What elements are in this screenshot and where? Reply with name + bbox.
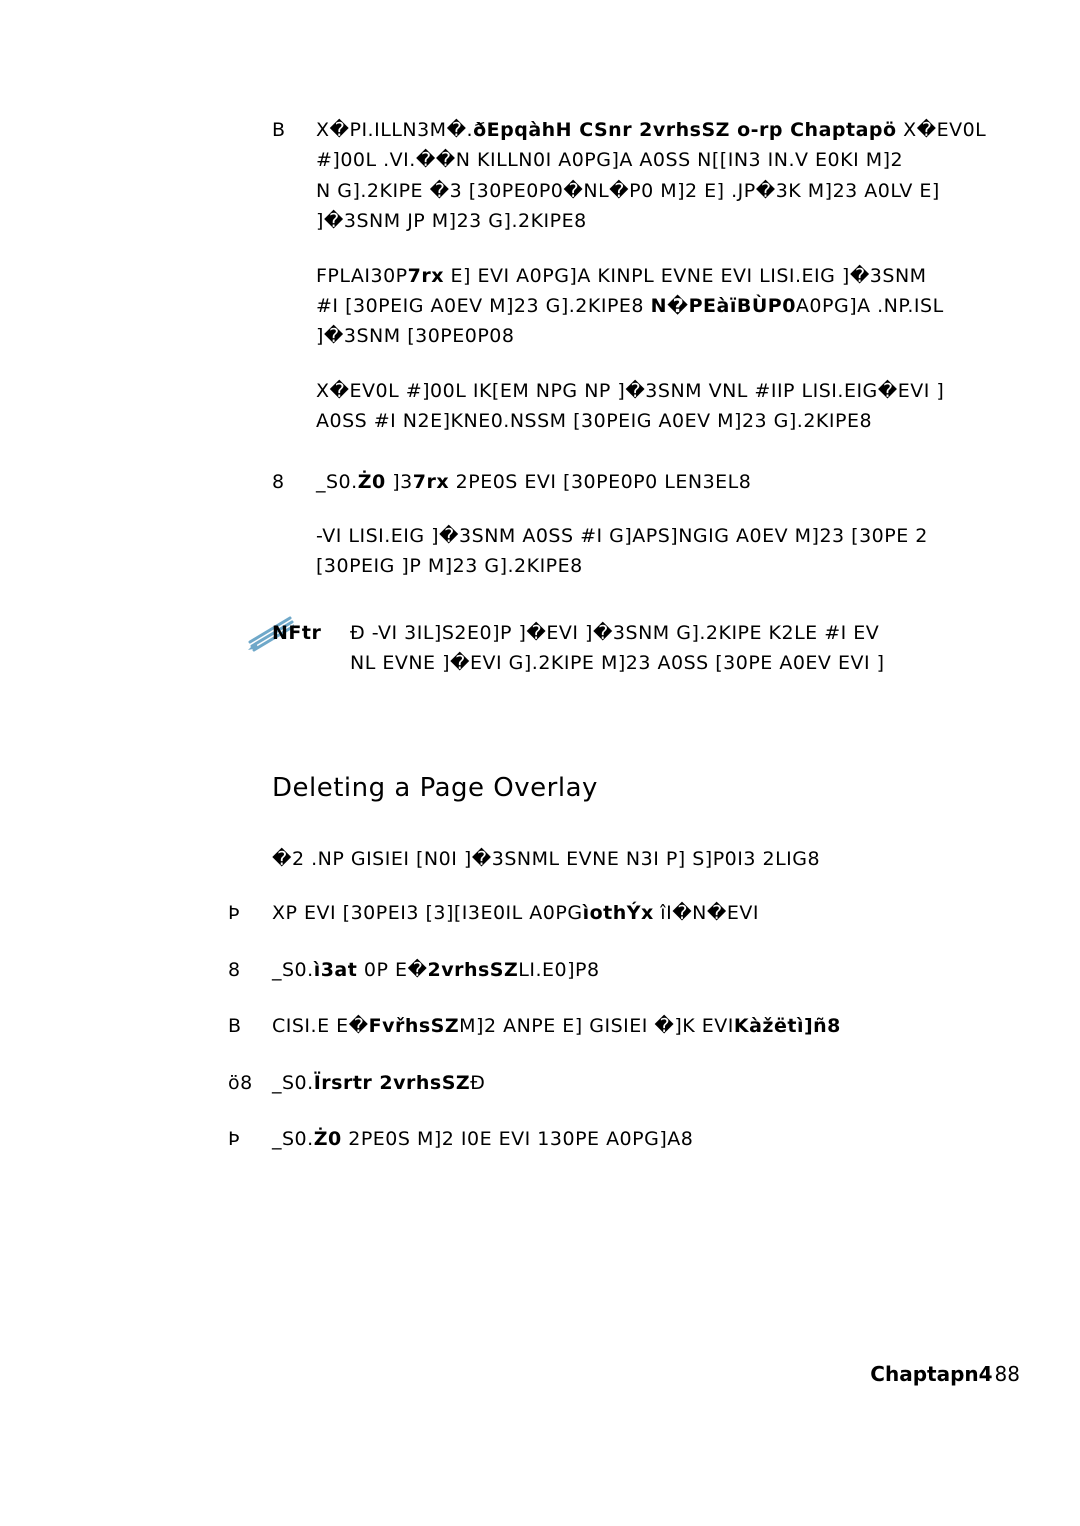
paragraph: X�EV0L #]00L IK[EM NPG NP ]�3SNM VNL #II… — [316, 376, 1080, 437]
bold-text: Ż0 — [314, 1128, 342, 1150]
step-5: Þ _S0.Ż0 2PE0S M]2 I0E EVI 130PE A0PG]A8 — [228, 1124, 1080, 1154]
text: îI�N�EVI — [654, 902, 759, 924]
text: NL EVNE ]�EVI G].2KIPE M]23 A0SS [30PE A… — [350, 652, 885, 674]
page-root: B X�PI.ILLN3M�.ðEpqàhH CSnr 2vrhsSZ o-rp… — [0, 0, 1080, 1526]
text: Ð -VI 3IL]S2E0]P ]�EVI ]�3SNM G].2KIPE K… — [350, 622, 879, 644]
bold-text: FvřhsSZ — [369, 1015, 460, 1037]
upper-list: B X�PI.ILLN3M�.ðEpqàhH CSnr 2vrhsSZ o-rp… — [272, 115, 1080, 582]
bold-text: ì3at — [314, 959, 358, 981]
text: ]�3SNM JP M]23 G].2KIPE8 — [316, 210, 587, 232]
text: FPLAI30P — [316, 265, 408, 287]
paragraph: FPLAI30P7rx E] EVI A0PG]A KINPL EVNE EVI… — [316, 261, 1080, 352]
bold-text: Kàžëtì]ñ8 — [734, 1015, 841, 1037]
bold-text: ìothÝx — [583, 902, 654, 924]
intro-paragraph: �2 .NP GISIEI [N0I ]�3SNML EVNE N3I P] S… — [272, 844, 1080, 874]
step-2: 8 _S0.ì3at 0P E�2vrhsSZLI.E0]P8 — [228, 955, 1080, 985]
text: #]00L .VI.��N KILLN0I A0PG]A A0SS N[[IN3… — [316, 149, 903, 171]
text: E] EVI A0PG]A KINPL EVNE EVI LISI.EIG ]�… — [444, 265, 927, 287]
list-item-3: B X�PI.ILLN3M�.ðEpqàhH CSnr 2vrhsSZ o-rp… — [272, 115, 1080, 437]
step-number: B — [228, 1011, 242, 1041]
footer-chapter-num: 4 — [979, 1362, 993, 1386]
text: _S0. — [316, 471, 358, 493]
text: 2PE0S M]2 I0E EVI 130PE A0PG]A8 — [342, 1128, 694, 1150]
bold-text: Ż0 — [358, 471, 386, 493]
text: XP EVI [30PEI3 [3][I3E0IL A0PG — [272, 902, 583, 924]
text: CISI.E E� — [272, 1015, 369, 1037]
paragraph: _S0.Ż0 ]37rx 2PE0S EVI [30PE0P0 LEN3EL8 — [316, 467, 1080, 497]
step-3: B CISI.E E�FvřhsSZM]2 ANPE E] GISIEI �]K… — [228, 1011, 1080, 1041]
footer-chapter: Chaptapn — [870, 1362, 978, 1386]
paragraph: -VI LISI.EIG ]�3SNM A0SS #I G]APS]NGIG A… — [316, 521, 1080, 582]
bold-text: Ïrsrtr 2vrhsSZ — [314, 1072, 470, 1094]
list-number: B — [272, 115, 286, 145]
text: _S0. — [272, 959, 314, 981]
text: A0SS #I N2E]KNE0.NSSM [30PEIG A0EV M]23 … — [316, 410, 872, 432]
note-label: NFtr — [272, 618, 321, 648]
text: ]�3SNM [30PE0P08 — [316, 325, 514, 347]
text: _S0. — [272, 1072, 314, 1094]
bold-text: N�PEàïBÙP0 — [651, 295, 796, 317]
step-4: ö8 _S0.Ïrsrtr 2vrhsSZÐ — [228, 1068, 1080, 1098]
step-number: ö8 — [228, 1068, 253, 1098]
list-item-4: 8 _S0.Ż0 ]37rx 2PE0S EVI [30PE0P0 LEN3EL… — [272, 467, 1080, 582]
bold-text: ðEpqàhH CSnr 2vrhsSZ o-rp Chaptapö — [473, 119, 896, 141]
note-text: Ð -VI 3IL]S2E0]P ]�EVI ]�3SNM G].2KIPE K… — [350, 622, 885, 674]
list-number: 8 — [272, 467, 285, 497]
page-footer: Chaptapn488 — [870, 1362, 1020, 1386]
footer-page-number: 88 — [995, 1362, 1020, 1386]
note-block: NFtr Ð -VI 3IL]S2E0]P ]�EVI ]�3SNM G].2K… — [272, 618, 1080, 679]
body-content: B X�PI.ILLN3M�.ðEpqàhH CSnr 2vrhsSZ o-rp… — [272, 115, 1080, 1154]
text: M]2 ANPE E] GISIEI �]K EVI — [459, 1015, 734, 1037]
text: X�EV0L #]00L IK[EM NPG NP ]�3SNM VNL #II… — [316, 380, 944, 402]
bold-text: 7rx — [408, 265, 444, 287]
text: X�PI.ILLN3M�. — [316, 119, 473, 141]
paragraph: X�PI.ILLN3M�.ðEpqàhH CSnr 2vrhsSZ o-rp C… — [316, 115, 1080, 237]
text: Ð — [470, 1072, 485, 1094]
text: A0PG]A .NP.ISL — [796, 295, 944, 317]
step-1: Þ XP EVI [30PEI3 [3][I3E0IL A0PGìothÝx î… — [228, 898, 1080, 928]
text: N G].2KIPE �3 [30PE0P0�NL�P0 M]2 E] .JP�… — [316, 180, 940, 202]
text: _S0. — [272, 1128, 314, 1150]
bold-text: 7rx — [413, 471, 449, 493]
text: 0P E� — [357, 959, 427, 981]
text: -VI LISI.EIG ]�3SNM A0SS #I G]APS]NGIG A… — [316, 525, 928, 547]
text: 2PE0S EVI [30PE0P0 LEN3EL8 — [449, 471, 751, 493]
step-number: Þ — [228, 898, 240, 928]
steps-list: Þ XP EVI [30PEI3 [3][I3E0IL A0PGìothÝx î… — [228, 898, 1080, 1154]
section-heading: Deleting a Page Overlay — [272, 768, 1080, 810]
text: X�EV0L — [897, 119, 987, 141]
step-number: Þ — [228, 1124, 240, 1154]
text: ]3 — [386, 471, 413, 493]
bold-text: 2vrhsSZ — [427, 959, 518, 981]
text: [30PEIG ]P M]23 G].2KIPE8 — [316, 555, 583, 577]
text: #I [30PEIG A0EV M]23 G].2KIPE8 — [316, 295, 651, 317]
step-number: 8 — [228, 955, 241, 985]
text: LI.E0]P8 — [518, 959, 599, 981]
